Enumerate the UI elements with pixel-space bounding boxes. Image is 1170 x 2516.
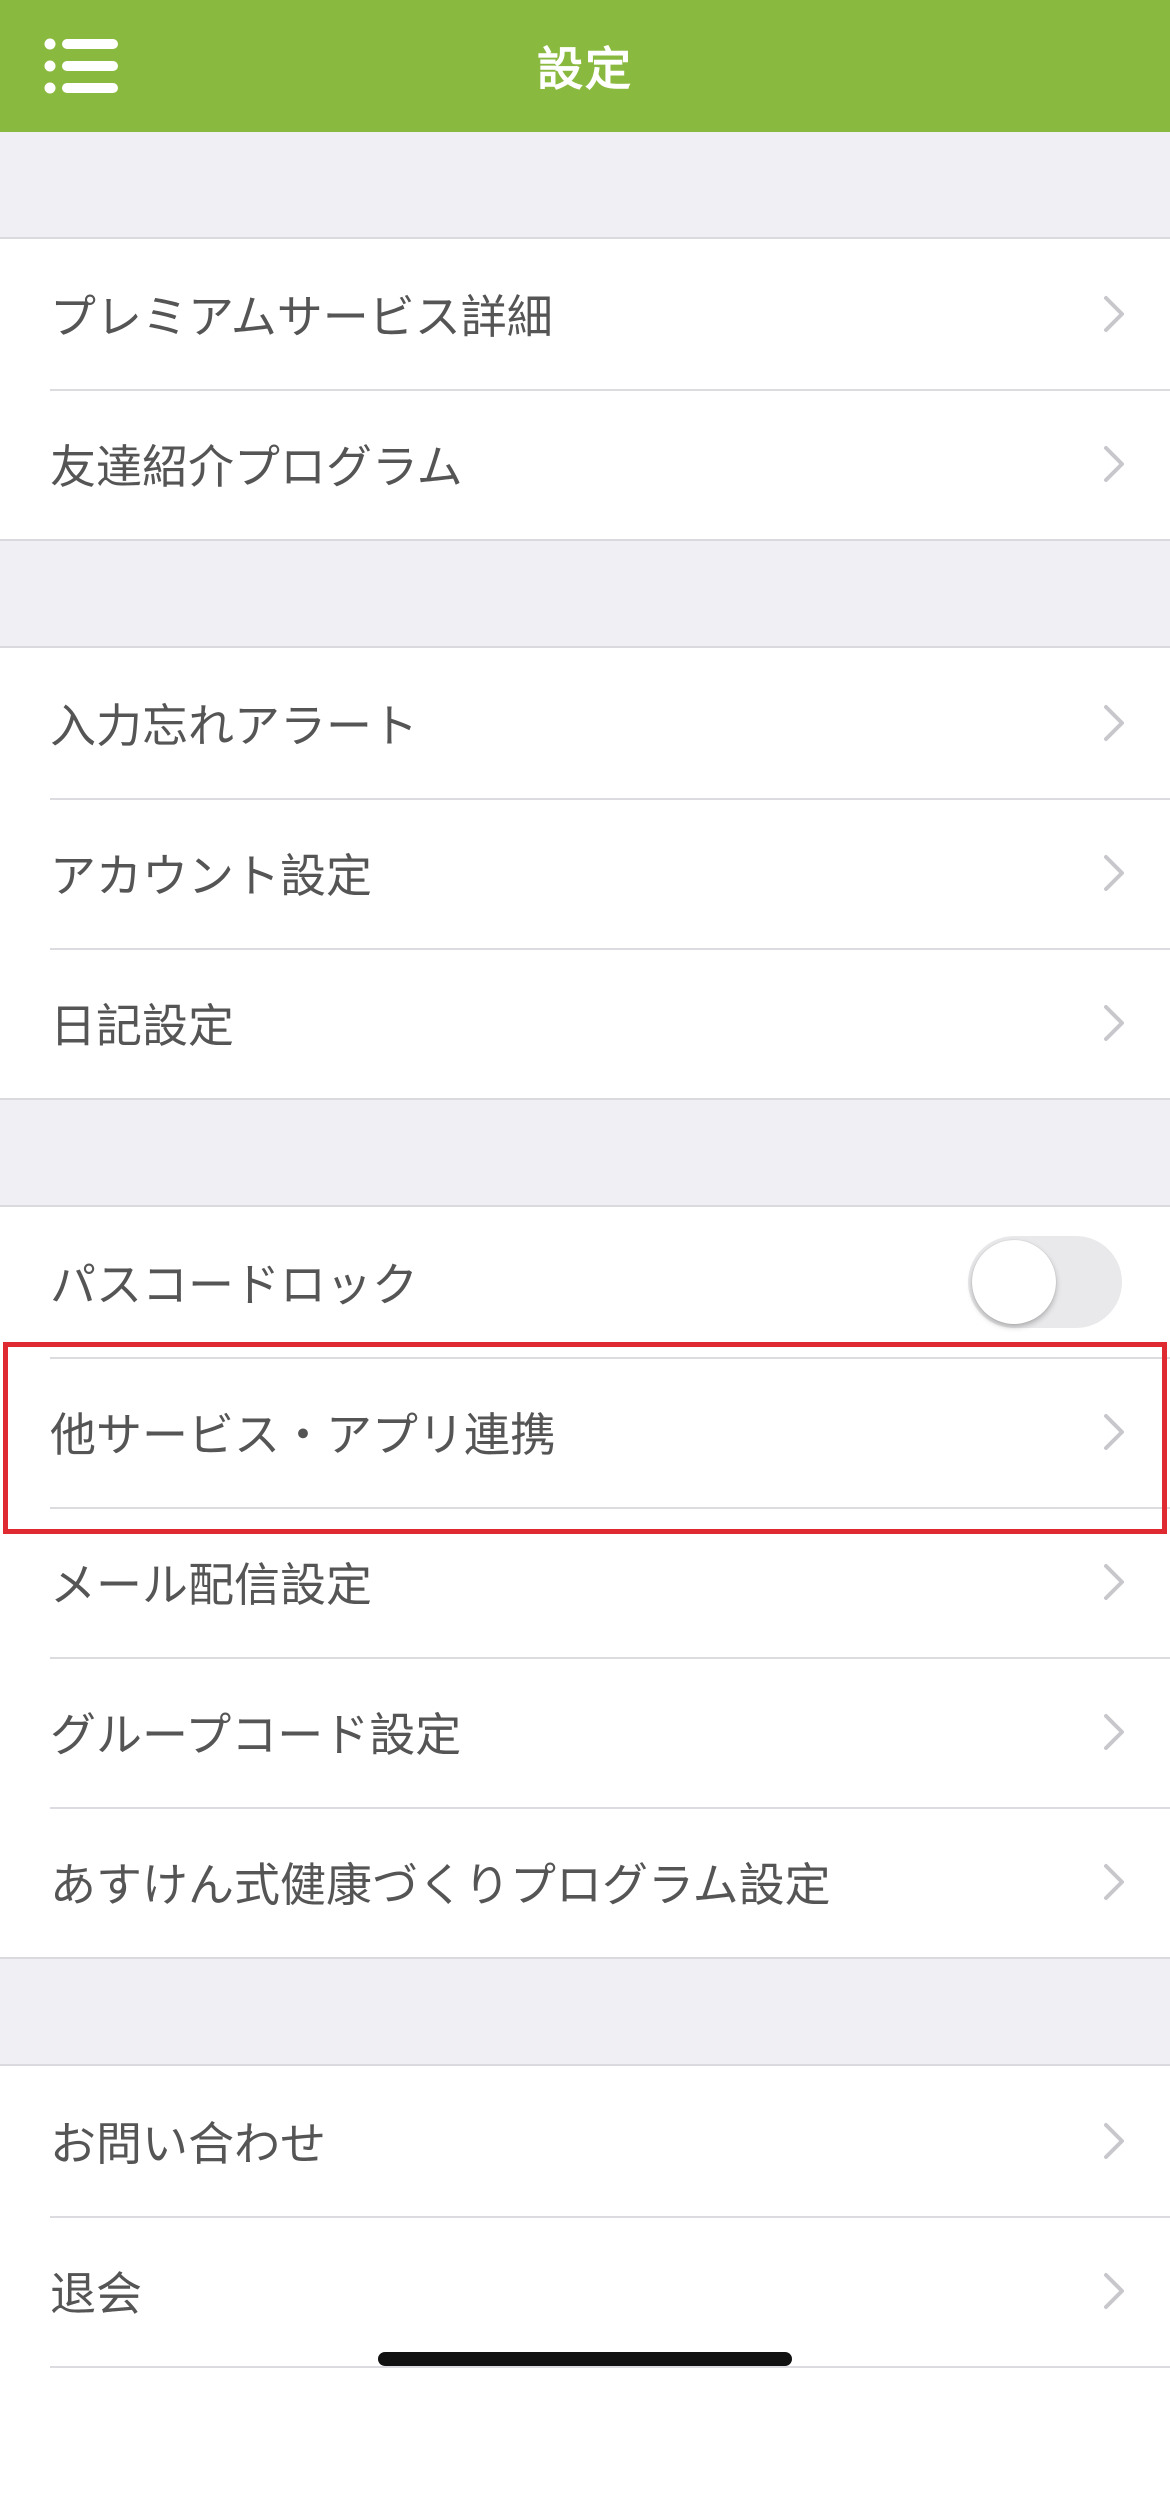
row-premium-details[interactable]: プレミアムサービス詳細	[0, 239, 1170, 389]
row-label: 日記設定	[50, 999, 234, 1053]
row-friend-referral[interactable]: 友達紹介プログラム	[0, 389, 1170, 539]
row-input-reminder-alert[interactable]: 入力忘れアラート	[0, 648, 1170, 798]
settings-section-premium: プレミアムサービス詳細 友達紹介プログラム	[0, 237, 1170, 541]
chevron-right-icon	[1104, 2123, 1124, 2159]
chevron-right-icon	[1104, 1714, 1124, 1750]
section-spacer	[0, 541, 1170, 646]
row-passcode-lock: パスコードロック	[0, 1207, 1170, 1357]
row-label: 退会	[50, 2267, 142, 2321]
chevron-right-icon	[1104, 446, 1124, 482]
row-label: お問い合わせ	[50, 2117, 326, 2171]
row-health-program-settings[interactable]: あすけん式健康づくりプログラム設定	[0, 1807, 1170, 1957]
row-service-app-integration[interactable]: 他サービス・アプリ連携	[0, 1357, 1170, 1507]
row-label: アカウント設定	[50, 849, 372, 903]
row-bottom-filler	[0, 2366, 1170, 2516]
row-account-settings[interactable]: アカウント設定	[0, 798, 1170, 948]
toggle-knob	[972, 1240, 1056, 1324]
nav-header: 設定	[0, 0, 1170, 132]
settings-section-support: お問い合わせ 退会	[0, 2064, 1170, 2516]
row-withdraw[interactable]: 退会	[0, 2216, 1170, 2366]
settings-section-app: パスコードロック 他サービス・アプリ連携 メール配信設定 グループコード設定 あ…	[0, 1205, 1170, 1959]
row-contact[interactable]: お問い合わせ	[0, 2066, 1170, 2216]
chevron-right-icon	[1104, 1864, 1124, 1900]
menu-button[interactable]	[44, 38, 118, 94]
chevron-right-icon	[1104, 855, 1124, 891]
section-spacer	[0, 1100, 1170, 1205]
row-label: 入力忘れアラート	[50, 699, 418, 753]
passcode-lock-toggle[interactable]	[968, 1236, 1122, 1328]
row-group-code-settings[interactable]: グループコード設定	[0, 1657, 1170, 1807]
chevron-right-icon	[1104, 1005, 1124, 1041]
chevron-right-icon	[1104, 296, 1124, 332]
row-label: あすけん式健康づくりプログラム設定	[50, 1858, 831, 1912]
section-spacer	[0, 1959, 1170, 2064]
row-label: メール配信設定	[50, 1558, 372, 1612]
chevron-right-icon	[1104, 1564, 1124, 1600]
page-title: 設定	[537, 42, 633, 96]
row-mail-delivery-settings[interactable]: メール配信設定	[0, 1507, 1170, 1657]
row-label: パスコードロック	[50, 1258, 418, 1312]
settings-section-account: 入力忘れアラート アカウント設定 日記設定	[0, 646, 1170, 1100]
chevron-right-icon	[1104, 1414, 1124, 1450]
row-label: 他サービス・アプリ連携	[50, 1408, 556, 1462]
row-label: 友達紹介プログラム	[50, 440, 463, 494]
row-label: グループコード設定	[50, 1708, 462, 1762]
home-indicator[interactable]	[378, 2352, 792, 2366]
chevron-right-icon	[1104, 2273, 1124, 2309]
section-spacer	[0, 132, 1170, 237]
chevron-right-icon	[1104, 705, 1124, 741]
row-label: プレミアムサービス詳細	[50, 290, 553, 344]
list-menu-icon	[44, 38, 118, 94]
row-diary-settings[interactable]: 日記設定	[0, 948, 1170, 1098]
